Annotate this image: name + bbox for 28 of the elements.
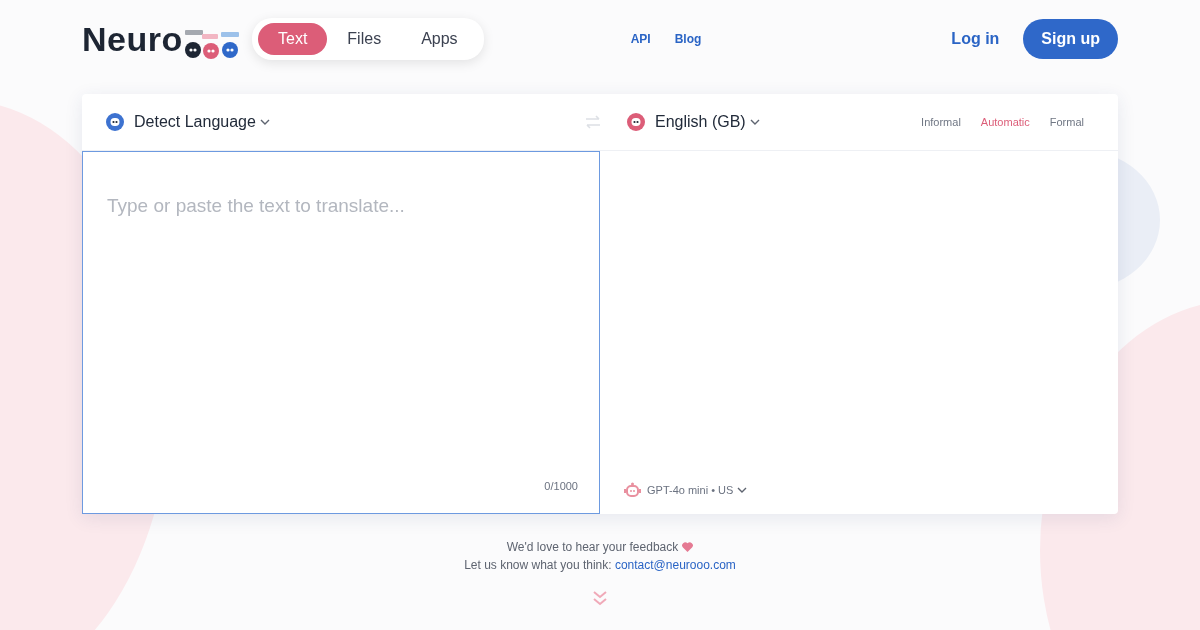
tone-option[interactable]: Formal bbox=[1039, 113, 1094, 131]
character-counter: 0/1000 bbox=[544, 478, 578, 494]
swap-icon[interactable] bbox=[585, 115, 601, 129]
caret-icon bbox=[737, 486, 748, 493]
robot-face-icon bbox=[106, 113, 124, 131]
robot-face-icon bbox=[627, 113, 645, 131]
contact-text: Let us know what you think: contact@neurooo.com bbox=[464, 557, 736, 574]
nav-tab[interactable]: Text bbox=[258, 23, 328, 55]
heart-icon bbox=[682, 542, 694, 552]
login-link[interactable]: Log in bbox=[951, 27, 1000, 51]
signup-button[interactable]: Sign up bbox=[1023, 19, 1118, 59]
double-chevron-down-icon[interactable] bbox=[592, 590, 608, 606]
nav-tab[interactable]: Files bbox=[327, 23, 402, 55]
caret-icon bbox=[259, 119, 270, 125]
tone-option[interactable]: Informal bbox=[911, 113, 971, 131]
logo-text: Neuro bbox=[82, 18, 183, 60]
caret-icon bbox=[749, 119, 760, 125]
model-dropdown[interactable]: GPT-4o mini • US bbox=[647, 481, 748, 498]
feedback-text: We'd love to hear your feedback bbox=[506, 539, 679, 556]
robot-icon bbox=[624, 481, 641, 498]
nav-link[interactable]: API bbox=[630, 30, 651, 48]
source-language-dropdown[interactable]: Detect Language bbox=[128, 109, 276, 135]
target-language-dropdown[interactable]: English (GB) bbox=[649, 109, 766, 135]
tone-option[interactable]: Automatic bbox=[970, 113, 1040, 131]
nav-link[interactable]: Blog bbox=[674, 30, 702, 48]
nav-tab[interactable]: Apps bbox=[401, 23, 478, 55]
robot-faces-logo-icon bbox=[182, 29, 241, 60]
email-link[interactable]: contact@neurooo.com bbox=[614, 558, 736, 572]
